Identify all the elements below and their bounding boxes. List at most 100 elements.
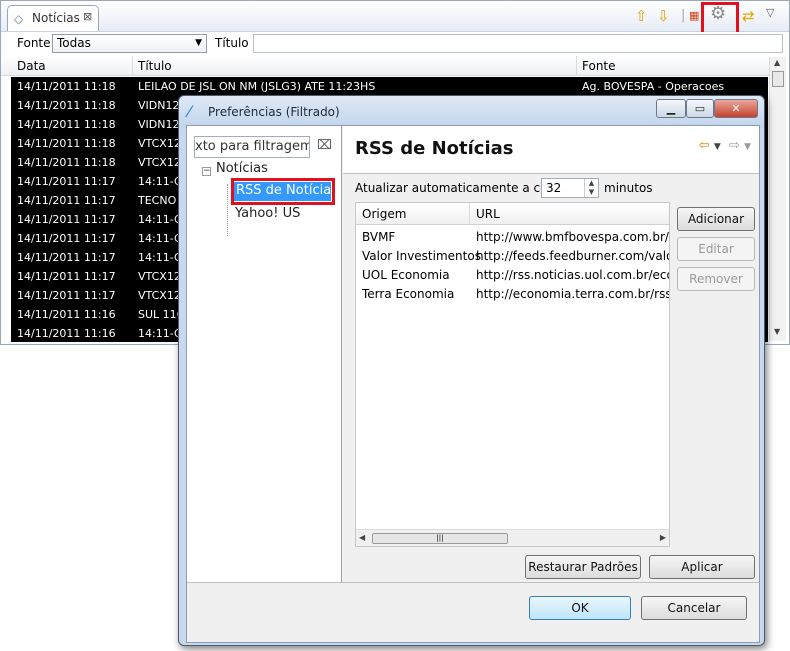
feeds-table: Origem URL BVMF http://www.bmfbovespa.com… [355,202,670,547]
tab-noticias[interactable]: ◇ Notícias ⊠ [7,5,99,31]
cell-titulo: VIDN12 [138,118,180,131]
col-titulo[interactable]: Título [138,59,172,73]
back-menu-icon[interactable]: ▼ [714,142,721,152]
filter-bar: Fonte Todas ▼ Título [1,32,789,56]
feed-row[interactable]: BVMF http://www.bmfbovespa.com.br/Not [356,227,670,246]
clear-filter-icon[interactable]: ⌧ [317,138,332,153]
cell-titulo: VTCX12 [138,270,181,283]
cell-data: 14/11/2011 11:18 [17,156,116,169]
ok-button[interactable]: OK [529,596,631,620]
fonte-select-value: Todas [57,36,91,50]
update-interval-spinner[interactable]: 32 ▲ ▼ [541,178,599,198]
tree-item-yahoo-us[interactable]: Yahoo! US [235,206,300,221]
preferences-tree-pane: xto para filtragem ⌧ − Notícias RSS de N… [187,126,342,582]
cell-titulo: VTCX12 [138,137,181,150]
filter-input[interactable]: xto para filtragem [194,136,310,158]
maximize-button[interactable]: ▭ [686,99,714,118]
forward-menu-icon[interactable]: ▼ [744,142,751,152]
cell-data: 14/11/2011 11:16 [17,327,116,340]
nav-icons: ⇦ ▼ ⇨ ▼ [699,138,751,153]
cell-url: http://www.bmfbovespa.com.br/Not [476,230,670,244]
cell-url: http://economia.terra.com.br/rss/po [476,287,670,301]
fonte-label: Fonte [17,36,51,50]
titulo-label: Título [215,36,249,50]
scroll-up-icon[interactable]: ▲ [774,58,780,67]
cell-origem: BVMF [362,230,396,244]
remove-button[interactable]: Remover [677,267,755,291]
view-menu-icon[interactable]: ▽ [766,4,774,22]
news-tab-icon: ◇ [14,12,24,26]
cell-data: 14/11/2011 11:18 [17,80,116,93]
edit-button[interactable]: Editar [677,237,755,261]
cancel-button[interactable]: Cancelar [641,596,747,620]
cell-origem: Terra Economia [362,287,455,301]
cell-data: 14/11/2011 11:18 [17,137,116,150]
tree-item-noticias[interactable]: Notícias [216,161,268,176]
fonte-select[interactable]: Todas ▼ [52,34,207,53]
dialog-title: Preferências (Filtrado) [208,105,340,119]
cell-data: 14/11/2011 11:17 [17,251,116,264]
arrow-down-icon[interactable]: ⇩ [657,7,670,25]
tree-connector [227,184,228,236]
arrow-up-icon[interactable]: ⇧ [635,7,648,25]
cell-data: 14/11/2011 11:17 [17,175,116,188]
apply-button[interactable]: Aplicar [649,555,755,579]
dialog-title-bar[interactable]: ⁄ Preferências (Filtrado) ▁ ▭ ✕ [179,96,764,128]
cell-titulo: 14:11-O [138,175,183,188]
forward-arrow-icon[interactable]: ⇨ [729,138,740,153]
scroll-thumb[interactable]: ||| [372,533,508,544]
col-origem[interactable]: Origem [356,203,470,225]
cell-data: 14/11/2011 11:17 [17,289,116,302]
scroll-right-icon[interactable]: ▶ [660,533,666,542]
cell-titulo: VTCX12 [138,289,181,302]
col-fonte[interactable]: Fonte [582,59,616,73]
filter-input-text: xto para filtragem [195,139,310,154]
feeds-horizontal-scrollbar[interactable]: ◀ ||| ▶ [356,529,669,546]
spinner-value: 32 [546,181,562,195]
cell-fonte: Ag. BOVESPA - Operacoes [582,80,725,93]
col-url-label: URL [476,207,500,221]
cell-data: 14/11/2011 11:17 [17,194,116,207]
minimize-button[interactable]: ▁ [656,99,686,118]
cell-data: 14/11/2011 11:17 [17,213,116,226]
page-title: RSS de Notícias [355,138,514,159]
titulo-input[interactable] [253,34,783,53]
col-url[interactable]: URL [470,203,669,225]
scroll-down-icon[interactable]: ▼ [774,327,780,336]
cell-titulo: LEILAO DE JSL ON NM (JSLG3) ATE 11:23HS [138,80,376,93]
cell-titulo: TECNO [138,194,177,207]
page-header: RSS de Notícias ⇦ ▼ ⇨ ▼ [343,126,759,174]
feed-row[interactable]: Valor Investimentos http://feeds.feedburn… [356,246,669,265]
cell-titulo: 14:11-O [138,251,183,264]
scroll-thumb[interactable] [772,71,784,87]
back-arrow-icon[interactable]: ⇦ [699,138,710,153]
dialog-content: xto para filtragem ⌧ − Notícias RSS de N… [186,125,760,643]
add-button[interactable]: Adicionar [677,207,755,231]
cell-data: 14/11/2011 11:16 [17,308,116,321]
cell-origem: UOL Economia [362,268,450,282]
cell-titulo: 14:11-O [138,232,183,245]
cell-url: http://rss.noticias.uol.com.br/econor [476,268,669,282]
preference-page: RSS de Notícias ⇦ ▼ ⇨ ▼ Atualizar automa… [343,126,759,582]
news-vertical-scrollbar[interactable]: ▲ ▼ [769,57,786,341]
feed-row[interactable]: UOL Economia http://rss.noticias.uol.com.… [356,265,669,284]
scroll-left-icon[interactable]: ◀ [359,533,365,542]
chevron-down-icon: ▼ [195,38,202,48]
color-grid-icon[interactable]: ▦ [689,7,699,25]
cell-data: 14/11/2011 11:17 [17,270,116,283]
close-button[interactable]: ✕ [714,99,758,118]
sync-icon[interactable]: ⇄ [742,7,755,25]
dialog-button-bar: OK Cancelar [187,582,759,642]
restore-defaults-button[interactable]: Restaurar Padrões [525,555,641,579]
table-row[interactable]: 14/11/2011 11:18 LEILAO DE JSL ON NM (JSL… [11,77,768,96]
cell-titulo: VIDN12 [138,99,180,112]
col-data[interactable]: Data [17,59,46,73]
close-tab-icon[interactable]: ⊠ [83,10,92,23]
cell-titulo: 14:11-O [138,213,183,226]
cell-data: 14/11/2011 11:18 [17,99,116,112]
feed-row[interactable]: Terra Economia http://economia.terra.com.… [356,284,670,303]
collapse-icon[interactable]: − [202,167,211,176]
spin-up-icon[interactable]: ▲ [584,179,598,188]
app-logo-icon: ⁄ [188,102,191,121]
spin-down-icon[interactable]: ▼ [584,188,598,197]
